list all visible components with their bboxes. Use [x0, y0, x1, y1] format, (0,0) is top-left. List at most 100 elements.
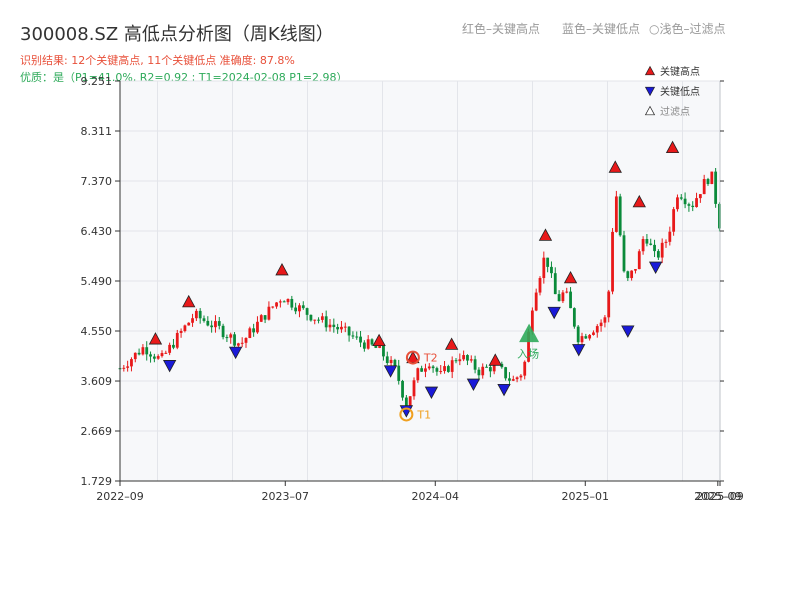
- candle-body: [382, 344, 385, 357]
- candle-body: [191, 318, 194, 323]
- candle-body: [622, 235, 626, 272]
- candle-body: [668, 231, 672, 242]
- y-tick-label: 2.669: [81, 425, 113, 438]
- entry-label: 入场: [517, 347, 539, 361]
- candle-body: [130, 359, 133, 367]
- candle-body: [152, 356, 156, 359]
- candle-body: [626, 271, 630, 279]
- candle-body: [351, 335, 355, 337]
- candle-body: [710, 171, 714, 185]
- candle-body: [660, 242, 664, 258]
- candle-body: [168, 344, 172, 353]
- candle-body: [523, 361, 527, 376]
- candle-body: [477, 369, 481, 376]
- candle-body: [672, 209, 676, 232]
- candle-body: [397, 365, 401, 381]
- candle-body: [676, 197, 679, 210]
- candle-body: [355, 336, 359, 338]
- candle-body: [454, 360, 458, 362]
- candle-body: [343, 326, 347, 328]
- candle-body: [698, 194, 702, 199]
- candle-body: [691, 205, 695, 208]
- candle-body: [225, 337, 229, 339]
- candle-body: [317, 319, 320, 321]
- candle-body: [141, 347, 145, 355]
- candle-body: [714, 171, 718, 204]
- candle-body: [236, 343, 240, 346]
- candle-body: [572, 308, 576, 327]
- candle-body: [263, 315, 267, 320]
- candle-body: [565, 291, 569, 293]
- y-tick-label: 3.609: [81, 375, 113, 388]
- candle-body: [485, 366, 488, 368]
- candle-body: [695, 198, 698, 208]
- candle-body: [637, 251, 641, 270]
- candle-body: [320, 316, 324, 320]
- candle-body: [244, 337, 248, 343]
- candle-body: [412, 380, 416, 397]
- candle-body: [248, 328, 252, 338]
- candle-body: [198, 310, 202, 319]
- candle-body: [275, 302, 278, 307]
- candle-body: [160, 353, 164, 357]
- candle-body: [214, 321, 217, 328]
- candle-body: [259, 315, 263, 322]
- candle-body: [446, 366, 450, 372]
- x-tick-label: 2024–04: [412, 490, 460, 503]
- candle-body: [584, 336, 588, 339]
- legend-label: 关键高点: [660, 65, 700, 78]
- y-tick-label: 9.251: [81, 75, 113, 88]
- candle-body: [557, 294, 561, 302]
- candle-body: [172, 344, 175, 348]
- candle-body: [458, 359, 462, 362]
- y-tick-label: 1.729: [81, 475, 113, 488]
- candle-body: [538, 278, 542, 293]
- candle-body: [450, 360, 454, 372]
- candle-body: [164, 352, 168, 354]
- candle-body: [340, 326, 343, 330]
- candle-body: [649, 243, 653, 245]
- candle-body: [420, 368, 424, 372]
- candle-body: [469, 359, 473, 361]
- candle-body: [179, 331, 183, 333]
- candle-body: [443, 366, 446, 372]
- candle-body: [599, 322, 603, 327]
- candle-body: [359, 336, 362, 343]
- candle-body: [240, 342, 244, 344]
- candle-body: [267, 306, 271, 320]
- candle-body: [534, 292, 538, 311]
- candle-body: [256, 321, 259, 333]
- candle-body: [542, 257, 546, 279]
- candle-body: [630, 270, 634, 279]
- candle-body: [282, 301, 286, 303]
- candle-body: [466, 355, 469, 361]
- candle-body: [145, 347, 149, 355]
- candle-body: [324, 316, 328, 328]
- candle-body: [702, 179, 706, 195]
- candle-body: [385, 356, 389, 364]
- candle-body: [309, 314, 313, 321]
- candle-body: [595, 326, 599, 333]
- candle-body: [687, 204, 691, 206]
- candle-body: [156, 356, 160, 359]
- candle-body: [194, 310, 198, 319]
- candle-body: [664, 241, 668, 243]
- candle-body: [645, 239, 649, 244]
- candle-body: [133, 352, 137, 360]
- y-tick-label: 8.311: [81, 125, 113, 138]
- candle-body: [561, 292, 565, 302]
- candle-body: [294, 307, 298, 312]
- candle-body: [473, 359, 477, 370]
- candlestick-chart: T1 T2 入场 1.729 2.669 3.609 4.550 5.490 6.430 7.3…: [81, 65, 744, 503]
- candle-body: [683, 198, 687, 205]
- candle-body: [305, 308, 309, 315]
- candle-body: [641, 239, 645, 252]
- candle-body: [202, 318, 206, 321]
- candle-body: [393, 359, 397, 366]
- candle-body: [301, 305, 305, 309]
- candle-body: [653, 244, 656, 252]
- candle-body: [431, 366, 435, 369]
- legend-label: 关键低点: [660, 85, 700, 98]
- candle-body: [504, 367, 508, 379]
- candle-body: [362, 342, 366, 349]
